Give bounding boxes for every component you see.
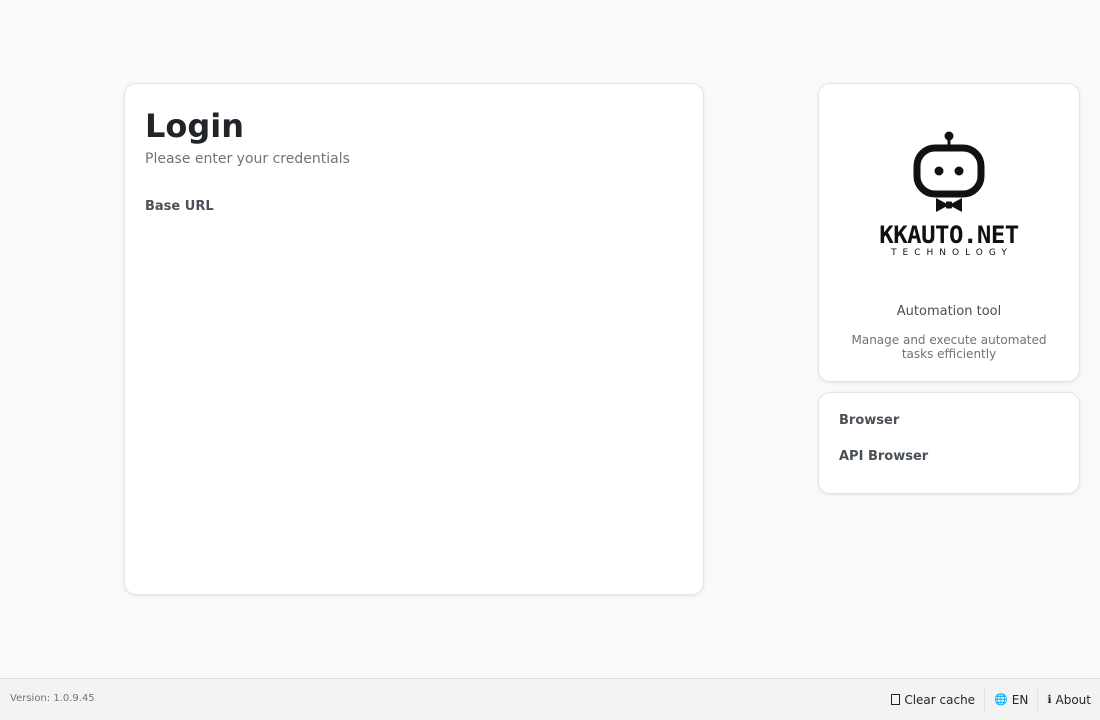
brand-name: KKAUTO.NET	[879, 221, 1019, 249]
brand-card: KKAUTO.NET TECHNOLOGY Automation tool Ma…	[818, 83, 1080, 382]
login-title: Login	[145, 107, 245, 145]
about-button[interactable]: ℹ About	[1038, 687, 1100, 713]
tool-description: Manage and execute automated tasks effic…	[851, 333, 1047, 361]
tool-name: Automation tool	[896, 304, 1002, 319]
brand-tagline: TECHNOLOGY	[891, 248, 1013, 258]
login-subtitle: Please enter your credentials	[145, 151, 350, 167]
links-card: Browser API Browser	[818, 392, 1080, 494]
language-label: EN	[1011, 692, 1029, 707]
footer: Version: 1.0.9.45 Clear cache 🌐 EN ℹ Abo…	[0, 678, 1100, 720]
base-url-label: Base URL	[145, 199, 214, 214]
clear-cache-button[interactable]: Clear cache	[882, 687, 984, 713]
api-browser-link[interactable]: API Browser	[839, 449, 1059, 465]
version-label: Version: 1.0.9.45	[10, 693, 95, 704]
browser-link[interactable]: Browser	[839, 413, 1059, 429]
robot-logo-icon	[913, 131, 985, 212]
footer-actions: Clear cache 🌐 EN ℹ About	[882, 679, 1100, 720]
logo	[819, 124, 1079, 214]
about-label: About	[1055, 692, 1091, 707]
globe-icon: 🌐	[994, 692, 1008, 706]
trash-icon	[891, 694, 901, 705]
login-card: Login Please enter your credentials Base…	[124, 83, 704, 595]
info-icon: ℹ	[1047, 692, 1052, 706]
language-button[interactable]: 🌐 EN	[985, 687, 1037, 713]
clear-cache-label: Clear cache	[904, 692, 976, 707]
